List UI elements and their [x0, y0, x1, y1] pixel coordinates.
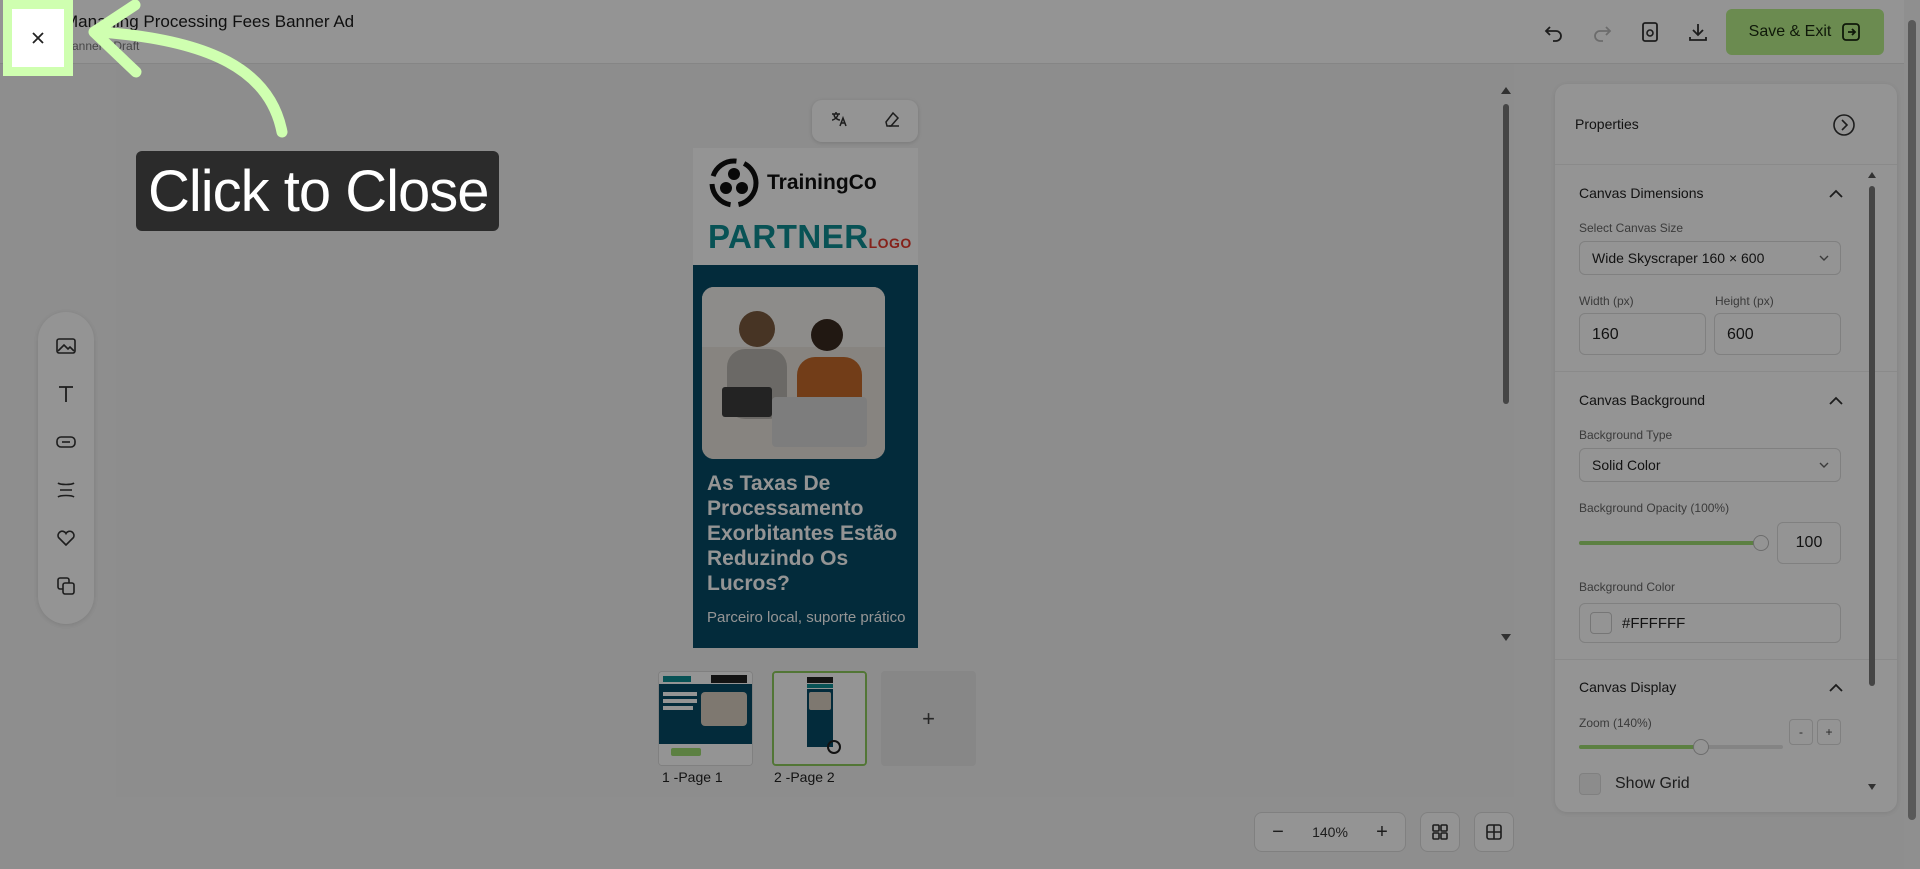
- close-icon: [32, 32, 44, 44]
- tutorial-callout: Click to Close: [136, 151, 499, 231]
- pointer-arrow-icon: [88, 0, 288, 138]
